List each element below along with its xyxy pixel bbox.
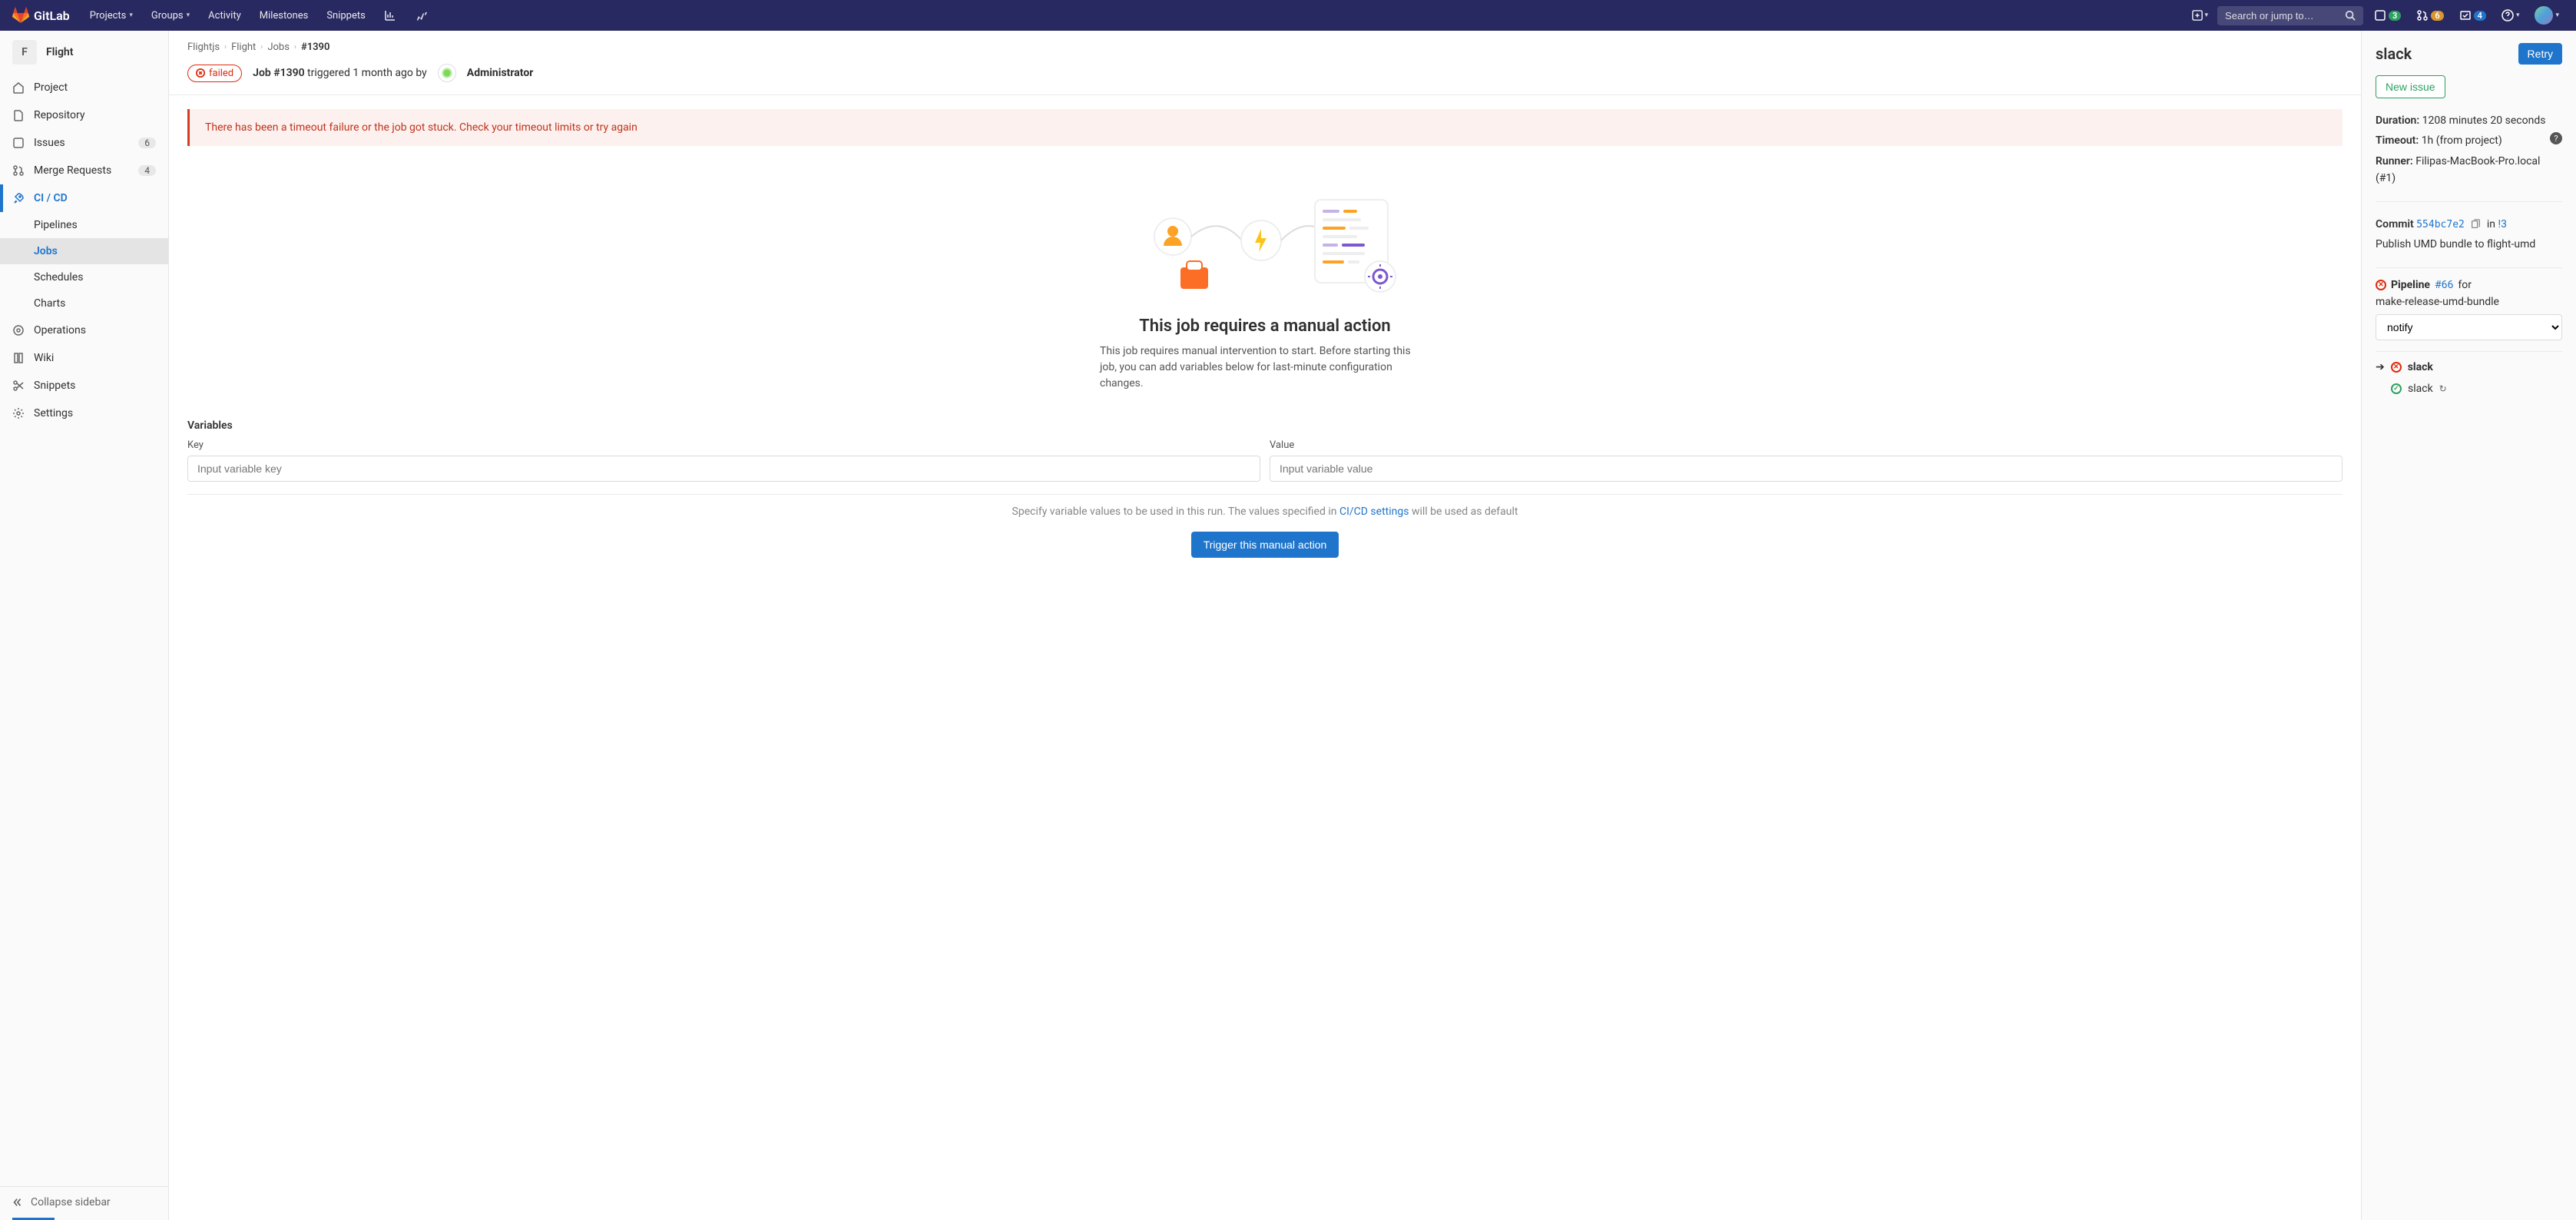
sidebar-item-wiki[interactable]: Wiki xyxy=(0,344,168,372)
failed-icon xyxy=(196,68,205,78)
nav-milestones[interactable]: Milestones xyxy=(252,5,316,26)
operations-icon xyxy=(12,324,25,336)
job-name-title: slack xyxy=(2376,45,2412,63)
new-issue-button[interactable]: New issue xyxy=(2376,75,2445,98)
job-passed-icon: ✓ xyxy=(2391,383,2402,394)
mrs-count-badge: 4 xyxy=(138,165,156,176)
sidebar-item-settings[interactable]: Settings xyxy=(0,399,168,427)
search-icon xyxy=(2345,10,2356,21)
author-avatar[interactable] xyxy=(438,64,456,82)
sidebar-sub-jobs[interactable]: Jobs xyxy=(0,238,168,264)
value-label: Value xyxy=(1270,439,2343,451)
sidebar-item-project[interactable]: Project xyxy=(0,74,168,101)
sidebar-item-issues[interactable]: Issues6 xyxy=(0,129,168,157)
merge-icon xyxy=(12,164,25,177)
job-header: failed Job #1390 triggered 1 month ago b… xyxy=(169,64,2361,95)
project-name: Flight xyxy=(46,46,73,58)
global-search[interactable] xyxy=(2217,6,2363,25)
rocket-icon xyxy=(12,192,25,204)
nav-snippets[interactable]: Snippets xyxy=(319,5,373,26)
sidebar-sub-schedules[interactable]: Schedules xyxy=(0,264,168,290)
current-job-row: ➔ ✕ slack xyxy=(2376,352,2562,376)
nav-user-dropdown[interactable]: ▾ xyxy=(2530,3,2564,28)
sidebar-item-repository[interactable]: Repository xyxy=(0,101,168,129)
sidebar-sub-charts[interactable]: Charts xyxy=(0,290,168,317)
user-avatar xyxy=(2535,6,2553,25)
book-icon xyxy=(12,352,25,364)
nav-activity[interactable]: Activity xyxy=(200,5,249,26)
home-icon xyxy=(12,81,25,94)
nav-todos-counter[interactable]: 4 xyxy=(2455,6,2491,25)
collapse-sidebar-button[interactable]: Collapse sidebar xyxy=(0,1186,168,1218)
breadcrumb-group[interactable]: Flightjs xyxy=(187,41,220,53)
job-title: Job #1390 triggered 1 month ago by xyxy=(253,67,427,79)
job-right-sidebar: slack Retry New issue Duration: 1208 min… xyxy=(2361,31,2576,1220)
variable-value-input[interactable] xyxy=(1270,456,2343,482)
nav-projects[interactable]: Projects▾ xyxy=(82,5,141,26)
nav-admin-icon[interactable] xyxy=(407,5,435,26)
pipeline-failed-icon: ✕ xyxy=(2376,280,2386,290)
sidebar-item-operations[interactable]: Operations xyxy=(0,317,168,344)
stage-dropdown[interactable]: notify xyxy=(2376,314,2562,340)
commit-message: Publish UMD bundle to flight-umd xyxy=(2376,236,2562,253)
chevron-left-icon xyxy=(12,1197,23,1208)
empty-description: This job requires manual intervention to… xyxy=(1100,343,1430,392)
retry-button[interactable]: Retry xyxy=(2518,43,2562,65)
breadcrumb: Flightjs› Flight› Jobs› #1390 xyxy=(169,31,2361,64)
pipeline-branch-link[interactable]: make-release-umd-bundle xyxy=(2376,296,2499,308)
breadcrumb-current: #1390 xyxy=(301,41,329,53)
nav-mrs-counter[interactable]: 6 xyxy=(2412,6,2448,25)
copy-icon[interactable] xyxy=(2470,219,2481,230)
main-content: Flightjs› Flight› Jobs› #1390 failed Job… xyxy=(169,31,2361,1220)
nav-help-dropdown[interactable]: ▾ xyxy=(2497,6,2525,25)
scissors-icon xyxy=(12,380,25,392)
project-avatar: F xyxy=(12,40,37,65)
sidebar-sub-pipelines[interactable]: Pipelines xyxy=(0,212,168,238)
timeout-help-icon[interactable]: ? xyxy=(2550,132,2562,144)
issues-count-badge: 6 xyxy=(138,138,156,148)
breadcrumb-project[interactable]: Flight xyxy=(231,41,256,53)
top-navbar: GitLab Projects▾ Groups▾ Activity Milest… xyxy=(0,0,2576,31)
brand-text: GitLab xyxy=(34,8,70,23)
empty-state: This job requires a manual action This j… xyxy=(169,160,2361,399)
project-sidebar: F Flight Project Repository Issues6 Merg… xyxy=(0,31,169,1220)
variable-key-input[interactable] xyxy=(187,456,1260,482)
sidebar-item-merge-requests[interactable]: Merge Requests4 xyxy=(0,157,168,184)
sidebar-project-header[interactable]: F Flight xyxy=(0,31,168,74)
manual-action-illustration xyxy=(1119,183,1411,306)
gear-icon xyxy=(12,407,25,419)
nav-plus-dropdown[interactable]: ▾ xyxy=(2189,7,2212,24)
variables-section: Variables Key Value Specify variable val… xyxy=(169,399,2361,592)
search-input[interactable] xyxy=(2225,10,2340,22)
trigger-manual-button[interactable]: Trigger this manual action xyxy=(1191,532,1339,558)
job-failed-icon: ✕ xyxy=(2391,362,2402,373)
nav-groups[interactable]: Groups▾ xyxy=(144,5,197,26)
breadcrumb-jobs[interactable]: Jobs xyxy=(267,41,290,53)
status-badge: failed xyxy=(187,65,242,82)
cicd-settings-link[interactable]: CI/CD settings xyxy=(1339,506,1409,518)
key-label: Key xyxy=(187,439,1260,451)
retry-icon[interactable]: ↻ xyxy=(2439,383,2447,394)
nav-metrics-icon[interactable] xyxy=(376,5,404,26)
issues-icon xyxy=(12,137,25,149)
timeout-alert: There has been a timeout failure or the … xyxy=(187,109,2343,146)
tanuki-icon xyxy=(12,7,29,24)
related-job-row[interactable]: ✓ slack ↻ xyxy=(2376,376,2562,398)
doc-icon xyxy=(12,109,25,121)
pipeline-id-link[interactable]: #66 xyxy=(2435,279,2453,291)
gitlab-logo[interactable]: GitLab xyxy=(12,7,70,24)
duration-value: 1208 minutes 20 seconds xyxy=(2422,114,2546,127)
arrow-right-icon: ➔ xyxy=(2376,361,2385,373)
mr-link[interactable]: !3 xyxy=(2498,218,2506,230)
variables-heading: Variables xyxy=(187,419,2343,432)
author-name[interactable]: Administrator xyxy=(467,67,534,79)
timeout-value: 1h (from project) xyxy=(2422,134,2502,147)
sidebar-item-snippets[interactable]: Snippets xyxy=(0,372,168,399)
empty-title: This job requires a manual action xyxy=(187,317,2343,336)
commit-sha-link[interactable]: 554bc7e2 xyxy=(2416,219,2465,230)
nav-issues-counter[interactable]: 3 xyxy=(2369,6,2405,25)
variables-hint: Specify variable values to be used in th… xyxy=(187,494,2343,518)
sidebar-item-cicd[interactable]: CI / CD xyxy=(0,184,168,212)
